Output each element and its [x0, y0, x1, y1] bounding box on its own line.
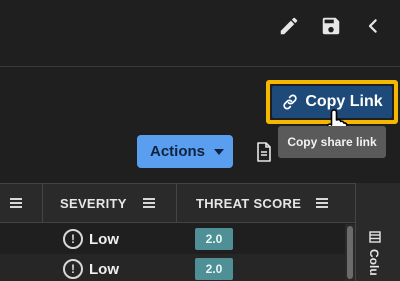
column-menu-button[interactable]	[143, 184, 155, 222]
alert-circle-icon: !	[63, 259, 83, 279]
actions-dropdown-button[interactable]: Actions	[137, 135, 233, 168]
column-menu-button[interactable]	[316, 184, 328, 222]
copy-link-tooltip: Copy share link	[278, 126, 386, 158]
severity-cell: ! Low	[63, 229, 119, 249]
export-document-button[interactable]	[253, 140, 275, 164]
chevron-left-icon	[368, 19, 377, 33]
menu-icon	[143, 198, 155, 208]
columns-side-tab[interactable]: Colu	[355, 183, 400, 281]
menu-icon	[10, 198, 22, 208]
table-row[interactable]: ! Low 2.0	[0, 224, 345, 254]
pencil-icon	[280, 17, 298, 35]
document-icon	[257, 142, 271, 162]
scrollbar-thumb[interactable]	[347, 226, 353, 279]
column-divider	[42, 184, 43, 222]
severity-value: Low	[89, 260, 119, 278]
save-button[interactable]	[318, 12, 344, 40]
column-header-severity[interactable]: SEVERITY	[60, 184, 127, 222]
side-panel-label: Colu	[367, 249, 381, 276]
severity-cell: ! Low	[63, 259, 119, 279]
link-icon	[283, 94, 298, 110]
table-row[interactable]: ! Low 2.0	[0, 254, 345, 281]
column-menu-button[interactable]	[10, 184, 22, 222]
columns-icon	[369, 231, 381, 243]
table-scrollbar[interactable]	[345, 224, 355, 281]
edit-button[interactable]	[276, 12, 302, 40]
table-header: SEVERITY THREAT SCORE	[0, 183, 355, 223]
threat-score-badge: 2.0	[195, 258, 233, 280]
column-header-threat-score[interactable]: THREAT SCORE	[196, 184, 301, 222]
header-divider	[0, 66, 400, 67]
actions-label: Actions	[150, 143, 206, 160]
severity-value: Low	[89, 230, 119, 248]
column-label: SEVERITY	[60, 195, 127, 211]
alert-circle-icon: !	[63, 229, 83, 249]
back-button[interactable]	[360, 12, 386, 40]
column-divider	[176, 184, 177, 222]
caret-down-icon	[214, 148, 224, 155]
save-icon	[322, 17, 340, 35]
column-label: THREAT SCORE	[196, 195, 302, 211]
alerts-table: SEVERITY THREAT SCORE ! Low 2.0 ! Low 2.…	[0, 183, 355, 281]
tooltip-text: Copy share link	[287, 135, 377, 149]
threat-score-badge: 2.0	[195, 228, 233, 250]
menu-icon	[316, 198, 328, 208]
